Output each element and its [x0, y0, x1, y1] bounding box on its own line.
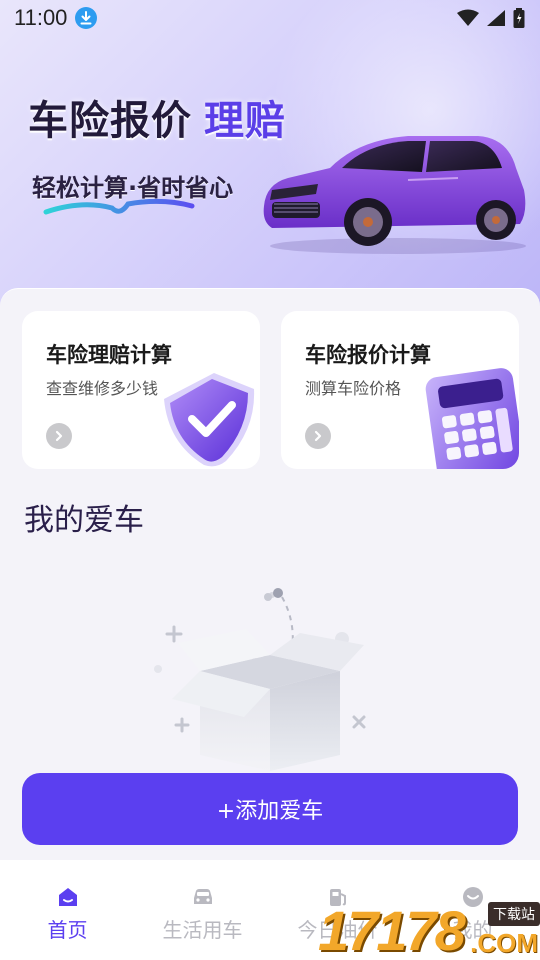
watermark-digits: 17178	[318, 899, 466, 960]
card-subtitle: 测算车险价格	[305, 379, 402, 398]
chevron-right-icon[interactable]	[46, 423, 72, 449]
status-bar: 11:00	[0, 0, 540, 36]
empty-box-icon	[154, 588, 366, 771]
add-car-button[interactable]: +添加爱车	[22, 773, 518, 845]
card-subtitle: 查查维修多少钱	[46, 379, 159, 398]
watermark-tag: 下载站	[488, 902, 540, 926]
claim-calc-card[interactable]: 车险理赔计算 查查维修多少钱	[22, 311, 260, 469]
calculator-icon	[425, 368, 519, 469]
site-watermark: 17178 下载站 .COM	[318, 898, 540, 960]
car-illustration-icon	[263, 136, 526, 254]
tab-life-car[interactable]: 生活用车	[135, 860, 270, 960]
hero-banner: 11:00 车险报价 理赔 轻松计算·省时省心	[0, 0, 540, 320]
signal-icon	[487, 10, 505, 26]
shield-check-icon	[164, 373, 255, 467]
tab-home[interactable]: 首页	[0, 860, 135, 960]
slogan-swoosh-icon	[43, 198, 195, 215]
tab-label: 生活用车	[162, 918, 243, 942]
battery-icon	[513, 8, 525, 28]
card-title: 车险理赔计算	[46, 343, 172, 367]
car-icon	[193, 889, 212, 904]
watermark-suffix: .COM	[470, 928, 538, 958]
quote-calc-card[interactable]: 车险报价计算 测算车险价格	[281, 311, 519, 469]
hero-title: 车险报价 理赔	[28, 88, 286, 146]
chevron-right-icon[interactable]	[305, 423, 331, 449]
tab-label: 首页	[47, 918, 88, 942]
wifi-icon	[457, 9, 479, 26]
download-icon	[75, 7, 98, 29]
main-content: 车险理赔计算 查查维修多少钱 车险报价计算 测算车险价格 我的爱车 +添加爱车	[0, 288, 540, 860]
home-icon	[58, 888, 77, 906]
status-time: 11:00	[14, 5, 68, 30]
my-car-title: 我的爱车	[24, 503, 144, 538]
hero-title-main: 车险报价	[28, 98, 192, 144]
